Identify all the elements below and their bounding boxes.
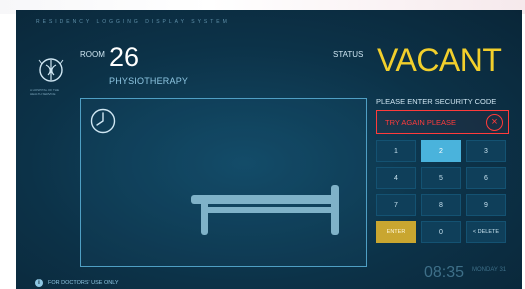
clock-icon <box>90 108 116 134</box>
keypad-key-3[interactable]: 3 <box>466 140 506 162</box>
keypad-key-7[interactable]: 7 <box>376 194 416 216</box>
keypad-key-9[interactable]: 9 <box>466 194 506 216</box>
status-value: VACANT <box>377 42 502 78</box>
bed-icon <box>191 185 339 235</box>
keypad: 1 2 3 4 5 6 7 8 9 ENTER 0 < DELETE <box>376 140 511 245</box>
status-label: STATUS <box>333 50 364 59</box>
logo-caption: A HOSPITAL OF THE HEALTH SERVICE <box>30 88 59 96</box>
keypad-key-enter[interactable]: ENTER <box>376 221 416 243</box>
keypad-key-2[interactable]: 2 <box>421 140 461 162</box>
info-icon: i <box>35 279 43 287</box>
keypad-key-0[interactable]: 0 <box>421 221 461 243</box>
room-label: ROOM <box>80 50 105 59</box>
security-code-prompt: PLEASE ENTER SECURITY CODE <box>376 97 497 106</box>
room-occupancy-panel <box>80 98 367 267</box>
keypad-key-8[interactable]: 8 <box>421 194 461 216</box>
clock-time: 08:35 <box>424 264 465 281</box>
keypad-key-delete[interactable]: < DELETE <box>466 221 506 243</box>
security-code-field[interactable]: TRY AGAIN PLEASE × <box>376 110 509 134</box>
keypad-key-1[interactable]: 1 <box>376 140 416 162</box>
room-number: 26 <box>109 42 140 72</box>
keypad-key-4[interactable]: 4 <box>376 167 416 189</box>
system-title: RESIDENCY LOGGING DISPLAY SYSTEM <box>36 19 230 25</box>
keypad-key-6[interactable]: 6 <box>466 167 506 189</box>
room-name: PHYSIOTHERAPY <box>109 76 189 86</box>
error-message: TRY AGAIN PLEASE <box>385 118 457 127</box>
footer-note: FOR DOCTORS' USE ONLY <box>48 280 119 286</box>
display-screen: RESIDENCY LOGGING DISPLAY SYSTEM A HOSPI… <box>16 10 522 289</box>
clock-day: MONDAY 31 <box>472 267 507 273</box>
close-circle-icon[interactable]: × <box>486 114 503 131</box>
keypad-key-5[interactable]: 5 <box>421 167 461 189</box>
